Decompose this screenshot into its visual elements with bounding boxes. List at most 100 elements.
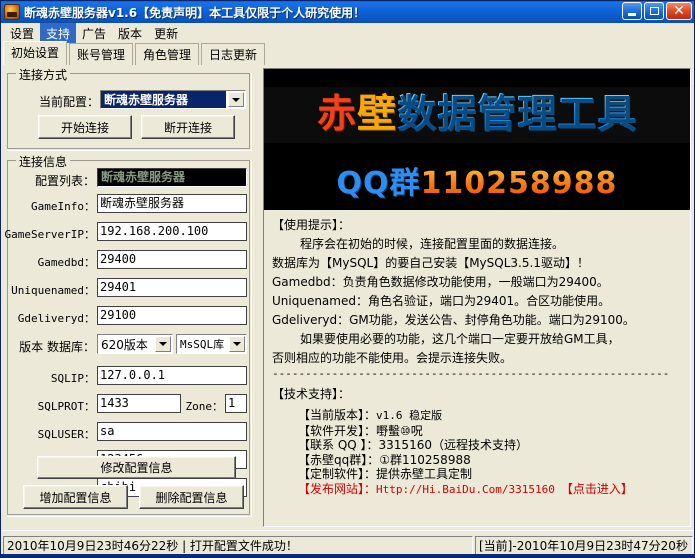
minimize-button[interactable] [622,2,642,20]
chevron-down-icon-version[interactable] [155,336,171,352]
gameinfo-label: GameInfo： [9,198,95,214]
disconnect-button[interactable]: 断开连接 [141,115,235,139]
support-key-developer: 【软件开发】： [298,424,376,438]
tip-line-7: 否则相应的功能不能使用。会提示连接失败。 [272,349,682,368]
banner-qq: QQ群110258988 [264,158,690,202]
database-value: MsSQL库 [177,336,228,352]
gamedbd-input[interactable]: 29400 [97,250,247,269]
banner-title-part3: 数据管理工具 [397,92,637,137]
support-value-version: v1.6 稳定版 [376,409,442,422]
banner-title: 赤壁数据管理工具 [264,87,690,143]
sqlip-input[interactable]: 127.0.0.1 [97,366,247,385]
version-value: 620版本 [98,336,154,353]
config-list-box[interactable]: 断魂赤壁服务器 [97,168,247,187]
tip-line-1: 程序会在初始的时候，连接配置里面的数据连接。 [272,235,682,254]
info-panel: 赤壁数据管理工具 QQ群110258988 【使用提示】： 程序会在初始的时候，… [263,68,691,527]
modify-config-button[interactable]: 修改配置信息 [37,456,236,479]
tab-role-management[interactable]: 角色管理 [135,43,199,66]
support-row-website[interactable]: 【发布网站】：Http://Hi.BaiDu.Com/3315160【点击进入】 [298,482,682,498]
support-key-version: 【当前版本】： [298,408,376,422]
window-title: 断魂赤壁服务器v1.6【免责声明】本工具仅限于个人研究使用！ [24,4,365,21]
menu-item-ads[interactable]: 广告 [76,23,112,44]
add-config-button[interactable]: 增加配置信息 [23,485,128,509]
sqluser-input[interactable]: sa [97,422,247,441]
version-db-label: 版本 数据库： [5,338,95,355]
main-content: 连接方式 当前配置： 断魂赤壁服务器 开始连接 断开连接 连接信息 配置列表： … [1,65,695,530]
tab-log-update[interactable]: 日志更新 [201,43,265,66]
gameserverip-label: GameServerIP： [1,226,95,242]
sqlprot-label: SQLPROT： [5,398,95,414]
tip-line-2: 数据库为【MySQL】的要自己安装【MySQL3.5.1驱动】！ [272,254,682,273]
current-config-combo[interactable]: 断魂赤壁服务器 [100,90,246,109]
tip-line-4: Uniquenamed：角色名验证，端口为29401。合区功能使用。 [272,292,682,311]
support-value-developer: 嘢蟿⑩呪 [376,424,423,438]
connection-info-title: 连接信息 [16,153,70,170]
minimize-icon [628,13,636,16]
support-row-developer: 【软件开发】：嘢蟿⑩呪 [298,424,682,439]
application-window: 断魂赤壁服务器v1.6【免责声明】本工具仅限于个人研究使用！ ✕ 设置 支持 广… [0,0,695,558]
window-controls: ✕ [622,2,692,20]
close-button[interactable]: ✕ [666,2,692,20]
version-combo[interactable]: 620版本 [97,334,173,354]
close-icon: ✕ [673,4,685,18]
chevron-down-icon[interactable] [228,92,244,107]
support-value-qqgroup: ①群110258988 [379,453,470,467]
info-text-area: 【使用提示】： 程序会在初始的时候，连接配置里面的数据连接。 数据库为【MySQ… [264,210,690,526]
support-key-qq: 【联系 QQ 】： [298,438,379,452]
window-bottom-edge [1,554,695,557]
start-connect-button[interactable]: 开始连接 [38,115,132,139]
database-combo[interactable]: MsSQL库 [176,334,247,354]
tips-header: 【使用提示】： [272,216,682,235]
support-header: 【技术支持】： [272,385,682,404]
support-value-custom: 提供赤壁工具定制 [376,467,472,481]
support-block: 【当前版本】：v1.6 稳定版 【软件开发】：嘢蟿⑩呪 【联系 QQ 】：331… [272,408,682,497]
zone-label: Zone： [183,398,223,414]
banner-title-part2: 壁 [357,92,397,137]
gameinfo-input[interactable]: 断魂赤壁服务器 [97,194,247,213]
current-config-value: 断魂赤壁服务器 [101,91,226,108]
maximize-button[interactable] [644,2,664,20]
config-list-label: 配置列表： [21,172,95,189]
uniquenamed-label: Uniquenamed： [3,282,95,298]
tab-strip: 初始设置 账号管理 角色管理 日志更新 [1,43,694,65]
tab-account-management[interactable]: 账号管理 [69,43,133,66]
status-right-text: [当前]-2010年10月9日23时47分20秒 [475,536,693,555]
website-url[interactable]: Http://Hi.BaiDu.Com/3315160 [376,483,555,496]
support-row-version: 【当前版本】：v1.6 稳定版 [298,408,682,424]
menu-bar: 设置 支持 广告 版本 更新 [1,23,694,43]
gdeliveryd-input[interactable]: 29100 [97,306,247,325]
tip-line-5: Gdeliveryd：GM功能，发送公告、封停角色功能。端口为29100。 [272,311,682,330]
divider: ----------------------------------------… [272,368,682,380]
sqlip-label: SQLIP： [9,370,95,386]
connection-method-group: 连接方式 [7,73,252,151]
gamedbd-label: Gamedbd： [9,254,95,270]
menu-item-version[interactable]: 版本 [112,23,148,44]
delete-config-button[interactable]: 删除配置信息 [139,485,244,509]
banner-title-part1: 赤 [317,92,357,137]
uniquenamed-input[interactable]: 29401 [97,278,247,297]
banner-qq-number: 110258988 [421,166,618,201]
sqlprot-input[interactable]: 1433 [97,394,181,413]
current-config-label: 当前配置： [21,93,99,110]
zone-input[interactable]: 1 [225,394,247,413]
connection-method-title: 连接方式 [16,66,70,83]
support-key-qqgroup: 【赤壁qq群】： [298,453,379,467]
support-row-custom: 【定制软件】：提供赤壁工具定制 [298,467,682,482]
banner: 赤壁数据管理工具 QQ群110258988 [264,69,690,210]
sqluser-label: SQLUSER： [5,426,95,442]
menu-item-update[interactable]: 更新 [148,23,184,44]
banner-qq-label: QQ群 [337,166,421,201]
status-bar: 2010年10月9日23时46分22秒 | 打开配置文件成功！ [当前]-201… [1,530,695,557]
support-row-qq: 【联系 QQ 】：3315160（远程技术支持） [298,438,682,453]
gameserverip-input[interactable]: 192.168.200.100 [97,222,247,241]
maximize-icon [650,7,659,15]
support-row-qqgroup: 【赤壁qq群】：①群110258988 [298,453,682,468]
chevron-down-icon-db[interactable] [229,336,245,352]
support-value-qq: 3315160（远程技术支持） [379,438,528,452]
tab-initial-settings[interactable]: 初始设置 [3,41,67,65]
support-key-custom: 【定制软件】： [298,467,376,481]
website-action[interactable]: 【点击进入】 [555,482,633,496]
title-bar: 断魂赤壁服务器v1.6【免责声明】本工具仅限于个人研究使用！ ✕ [1,1,694,23]
tip-line-6: 如果要使用必要的功能，这几个端口一定要开放给GM工具， [272,330,682,349]
status-left-text: 2010年10月9日23时46分22秒 | 打开配置文件成功！ [3,536,473,555]
